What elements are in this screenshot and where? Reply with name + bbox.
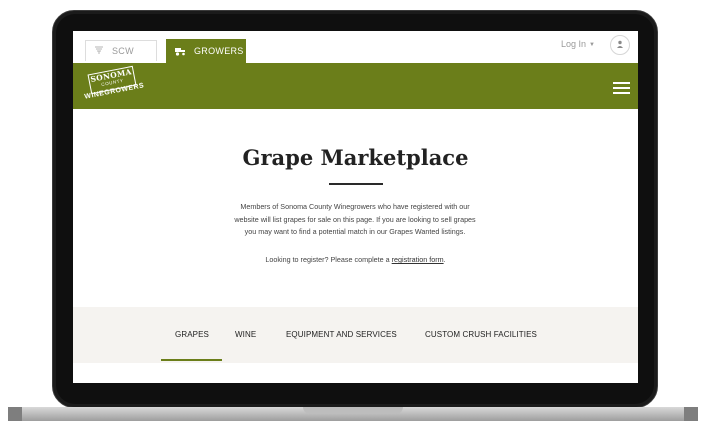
tab-custom-crush-facilities[interactable]: CUSTOM CRUSH FACILITIES: [425, 330, 537, 339]
tab-grapes[interactable]: GRAPES: [175, 330, 209, 339]
sonoma-county-winegrowers-logo[interactable]: SONOMA COUNTY WINEGROWERS: [83, 65, 165, 106]
user-icon: [616, 36, 624, 54]
laptop-base-edge-right: [684, 407, 698, 421]
page-title: Grape Marketplace: [242, 145, 469, 170]
scw-tab[interactable]: SCW: [85, 40, 157, 61]
tab-wine[interactable]: WINE: [235, 330, 256, 339]
register-prompt: Looking to register? Please complete a r…: [73, 255, 638, 264]
laptop-base-notch: [303, 407, 403, 414]
register-end: .: [443, 255, 446, 264]
site-header: SONOMA COUNTY WINEGROWERS: [73, 63, 638, 109]
laptop-base-edge-left: [8, 407, 22, 421]
intro-line: website will list grapes for sale on thi…: [234, 214, 476, 224]
intro-paragraph: Members of Sonoma County Winegrowers who…: [215, 201, 495, 239]
login-label: Log In: [561, 39, 587, 49]
hamburger-menu-icon[interactable]: [613, 82, 630, 94]
grape-icon: [94, 46, 104, 57]
scw-tab-label: SCW: [112, 46, 134, 56]
browser-screen: SCW GROWERS Log In ▼ SONOMA COUNTY WINEGR…: [73, 31, 638, 383]
utility-bar: SCW GROWERS Log In ▼: [73, 31, 638, 63]
growers-tab-label: GROWERS: [194, 46, 244, 56]
registration-form-link[interactable]: registration form: [392, 255, 444, 264]
title-divider: [329, 183, 383, 185]
tractor-icon: [175, 47, 186, 56]
register-text: Looking to register? Please complete a: [265, 255, 392, 264]
user-account-button[interactable]: [610, 35, 630, 55]
chevron-down-icon: ▼: [589, 42, 595, 48]
growers-tab[interactable]: GROWERS: [166, 39, 246, 63]
intro-line: you may want to find a potential match i…: [244, 227, 466, 236]
login-dropdown[interactable]: Log In ▼: [561, 39, 595, 49]
active-tab-indicator: [161, 359, 222, 361]
tab-equipment-and-services[interactable]: EQUIPMENT AND SERVICES: [286, 330, 397, 339]
intro-line: Members of Sonoma County Winegrowers who…: [240, 202, 470, 211]
